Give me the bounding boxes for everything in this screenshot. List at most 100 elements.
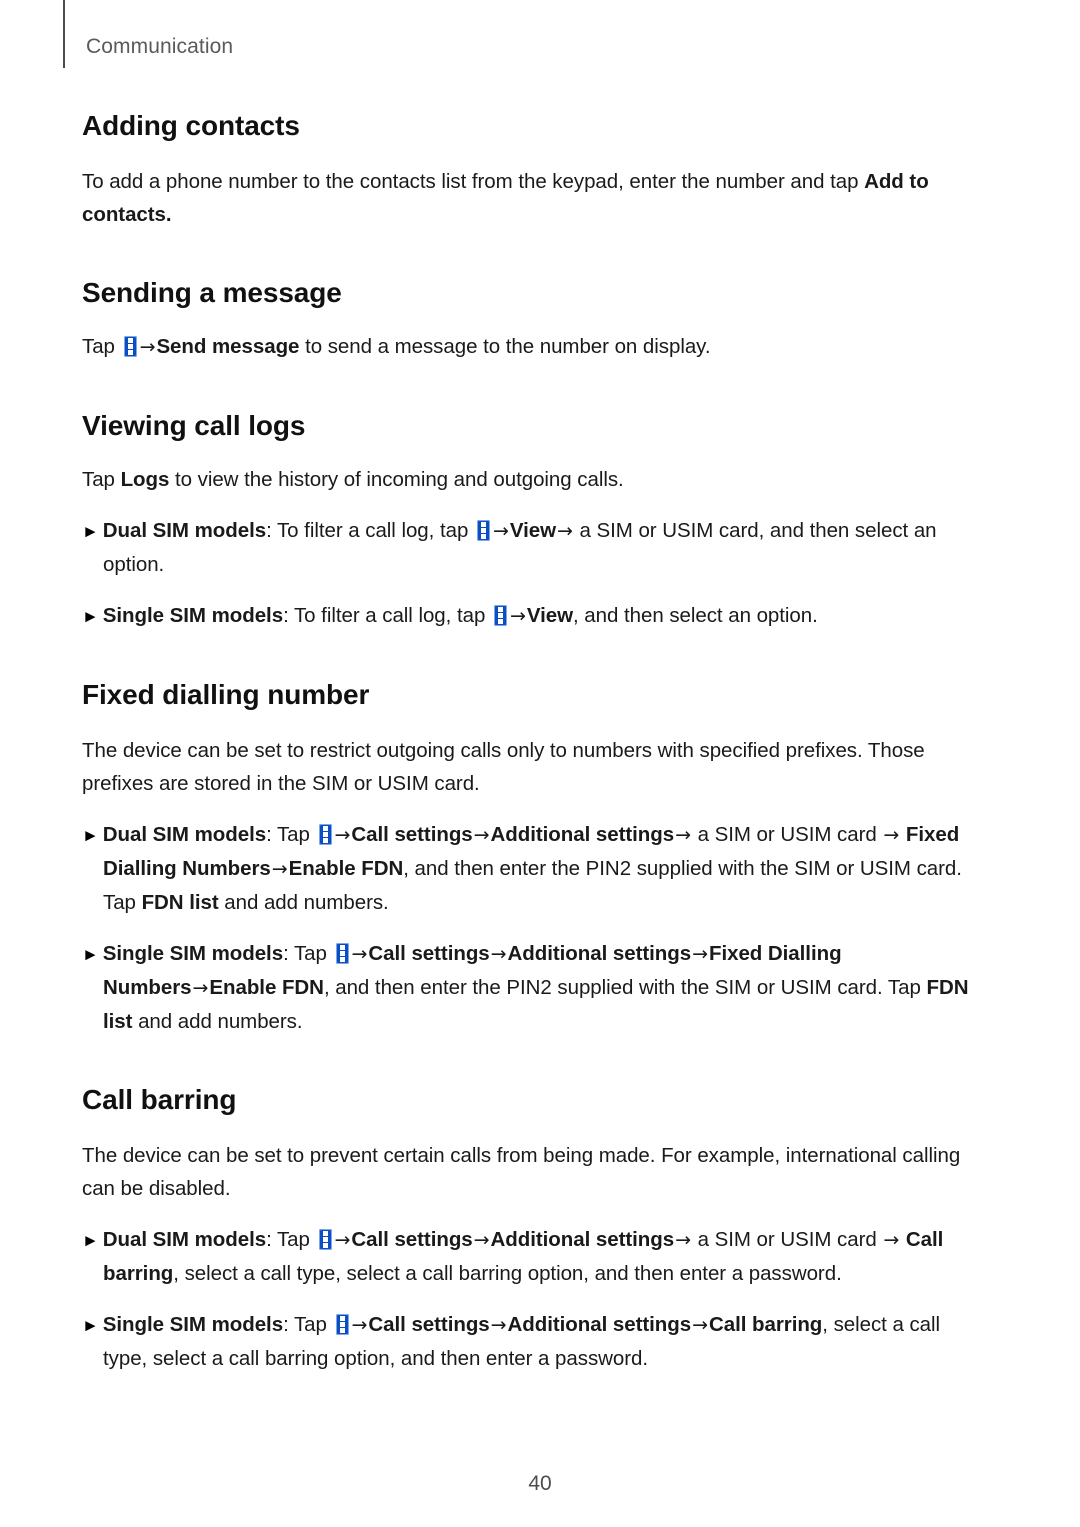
arrow-icon: →	[473, 1229, 490, 1251]
bullet-dual-sim-call-logs: ► Dual SIM models: To filter a call log, …	[82, 514, 982, 581]
term-additional-settings: Additional settings	[507, 942, 692, 965]
arrow-icon: →	[490, 1314, 507, 1336]
dot-2	[127, 344, 133, 349]
paragraph-fixed-dialling-intro: The device can be set to restrict outgoi…	[82, 739, 925, 795]
text-run: : Tap	[283, 942, 333, 965]
text-run: : Tap	[266, 823, 316, 846]
text-run: Tap	[82, 335, 115, 358]
arrow-icon: →	[351, 943, 368, 965]
arrow-icon: →	[473, 824, 490, 846]
more-options-icon[interactable]	[335, 943, 349, 964]
dot-3	[322, 1243, 328, 1248]
more-options-icon[interactable]	[123, 336, 137, 357]
term-call-settings: Call settings	[351, 1228, 473, 1251]
text-run: : To filter a call log, tap	[283, 604, 491, 627]
more-options-icon[interactable]	[493, 605, 507, 626]
arrow-icon: →	[334, 1229, 351, 1251]
term-view: View	[526, 604, 573, 627]
label-single-sim-models: Single SIM models	[102, 1313, 284, 1336]
dot-3	[339, 1328, 345, 1333]
text-run: : To filter a call log, tap	[266, 519, 474, 542]
dot-2	[339, 1322, 345, 1327]
term-additional-settings: Additional settings	[490, 823, 675, 846]
arrow-icon: →	[351, 1314, 368, 1336]
term-send-message: Send message	[156, 335, 300, 358]
label-dual-sim-models: Dual SIM models	[102, 519, 267, 542]
dot-2	[480, 528, 486, 533]
arrow-icon: →	[509, 605, 526, 627]
dot-1	[497, 607, 503, 612]
text-run: to send a message to the number on displ…	[299, 335, 711, 358]
label-dual-sim-models: Dual SIM models	[102, 1228, 267, 1251]
bullet-triangle-icon: ►	[82, 1231, 99, 1250]
arrow-icon: →	[883, 824, 900, 846]
page-header: Communication	[0, 0, 1080, 70]
dot-2	[322, 1237, 328, 1242]
paragraph-sending-a-message: Tap →Send message to send a message to t…	[82, 330, 982, 364]
dot-1	[322, 826, 328, 831]
text-run: .	[165, 203, 172, 226]
arrow-icon: →	[271, 858, 288, 880]
dot-2	[322, 832, 328, 837]
dot-3	[127, 350, 133, 355]
term-logs: Logs	[120, 468, 170, 491]
arrow-icon: →	[675, 1229, 691, 1251]
more-options-icon[interactable]	[335, 1314, 349, 1335]
dot-3	[339, 957, 345, 962]
dot-1	[339, 1316, 345, 1321]
bullet-triangle-icon: ►	[82, 826, 99, 845]
label-single-sim-models: Single SIM models	[102, 604, 284, 627]
text-run: Tap	[82, 468, 121, 491]
arrow-icon: →	[492, 520, 509, 542]
bullet-triangle-icon: ►	[82, 522, 99, 541]
dot-1	[339, 945, 345, 950]
dot-3	[497, 619, 503, 624]
bullet-single-sim-call-logs: ► Single SIM models: To filter a call log…	[82, 599, 982, 633]
term-enable-fdn: Enable FDN	[288, 857, 404, 880]
bullet-triangle-icon: ►	[82, 1316, 99, 1335]
term-enable-fdn: Enable FDN	[209, 976, 324, 999]
bullet-single-sim-call-barring: ► Single SIM models: Tap →Call settings→A…	[82, 1308, 982, 1375]
dot-3	[322, 838, 328, 843]
text-run: To add a phone number to the contacts li…	[82, 170, 865, 193]
dot-2	[497, 613, 503, 618]
bullet-triangle-icon: ►	[82, 607, 99, 626]
text-run: and add numbers.	[132, 1010, 303, 1033]
arrow-icon: →	[692, 943, 708, 965]
bullet-dual-sim-call-barring: ► Dual SIM models: Tap →Call settings→Add…	[82, 1223, 982, 1290]
arrow-icon: →	[490, 943, 507, 965]
dot-1	[127, 338, 133, 343]
bullet-triangle-icon: ►	[82, 945, 99, 964]
running-header-title: Communication	[86, 35, 234, 58]
bullet-dual-sim-fdn: ► Dual SIM models: Tap →Call settings→Add…	[82, 818, 982, 919]
paragraph-viewing-call-logs-intro: Tap Logs to view the history of incoming…	[82, 463, 982, 496]
label-dual-sim-models: Dual SIM models	[102, 823, 267, 846]
more-options-icon[interactable]	[318, 824, 332, 845]
page-number: 40	[528, 1472, 552, 1495]
arrow-icon: →	[556, 520, 573, 542]
heading-viewing-call-logs: Viewing call logs	[82, 410, 306, 441]
text-run: and add numbers.	[218, 891, 389, 914]
page-content: Adding contacts To add a phone number to…	[82, 108, 982, 1375]
term-fdn-list: FDN list	[141, 891, 219, 914]
heading-sending-a-message: Sending a message	[82, 277, 342, 308]
text-run: , and then enter the PIN2 supplied with …	[323, 976, 927, 999]
arrow-icon: →	[883, 1229, 900, 1251]
arrow-icon: →	[139, 336, 156, 358]
arrow-icon: →	[192, 977, 209, 999]
text-run: a SIM or USIM card	[691, 1228, 883, 1251]
document-page: Communication Adding contacts To add a p…	[0, 0, 1080, 1527]
paragraph-adding-contacts: To add a phone number to the contacts li…	[82, 165, 982, 231]
heading-fixed-dialling-number: Fixed dialling number	[82, 679, 370, 710]
term-view: View	[509, 519, 556, 542]
more-options-icon[interactable]	[318, 1229, 332, 1250]
arrow-icon: →	[692, 1314, 708, 1336]
term-additional-settings: Additional settings	[490, 1228, 675, 1251]
arrow-icon: →	[675, 824, 691, 846]
dot-1	[322, 1231, 328, 1236]
text-run: to view the history of incoming and outg…	[169, 468, 624, 491]
term-call-settings: Call settings	[368, 942, 490, 965]
dot-2	[339, 951, 345, 956]
term-call-settings: Call settings	[368, 1313, 490, 1336]
more-options-icon[interactable]	[476, 520, 490, 541]
